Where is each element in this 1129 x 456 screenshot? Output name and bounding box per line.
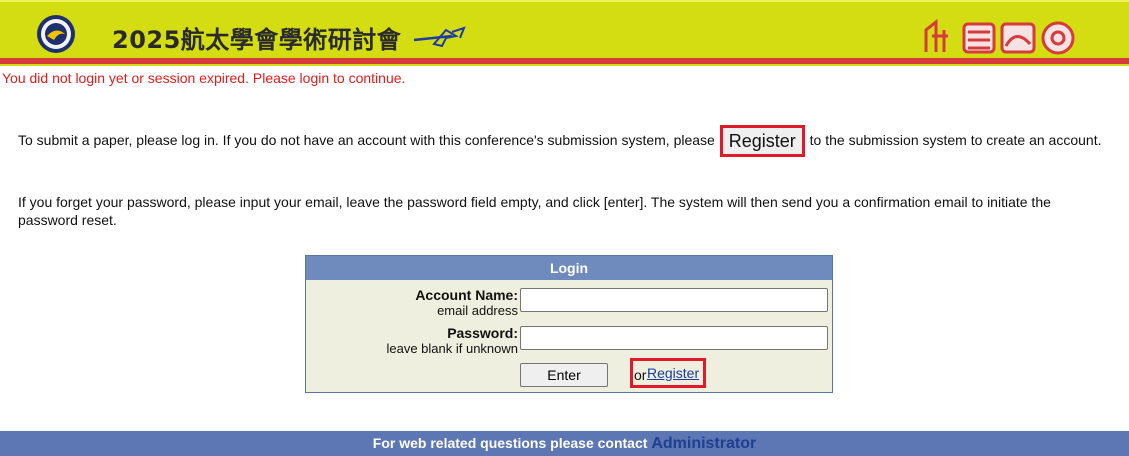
intro-text-after: to the submission system to create an ac… bbox=[809, 132, 1102, 148]
header-banner: 2025航太學會學術研討會 bbox=[0, 0, 1129, 66]
decorative-icons bbox=[924, 18, 1075, 55]
banner-stripe bbox=[0, 58, 1129, 64]
enter-button[interactable]: Enter bbox=[520, 363, 608, 387]
account-label-group: Account Name: email address bbox=[415, 287, 518, 318]
register-button[interactable]: Register bbox=[719, 125, 805, 157]
intro-paragraph: To submit a paper, please log in. If you… bbox=[18, 125, 1118, 157]
society-logo-icon bbox=[37, 15, 75, 53]
password-label-group: Password: leave blank if unknown bbox=[386, 325, 518, 356]
conference-title: 2025航太學會學術研討會 bbox=[112, 26, 402, 54]
session-expired-message: You did not login yet or session expired… bbox=[2, 70, 406, 86]
forgot-password-paragraph: If you forget your password, please inpu… bbox=[18, 194, 1051, 228]
administrator-link[interactable]: Administrator bbox=[651, 435, 756, 452]
banner-top-line bbox=[0, 0, 1129, 2]
footer-text: For web related questions please contact bbox=[372, 435, 648, 451]
password-input[interactable] bbox=[520, 326, 828, 350]
airplane-icon bbox=[413, 26, 466, 48]
login-title: Login bbox=[306, 256, 832, 280]
login-panel: Login Account Name: email address Passwo… bbox=[305, 255, 833, 393]
intro-text-before: To submit a paper, please log in. If you… bbox=[18, 132, 715, 148]
account-name-label: Account Name: bbox=[415, 287, 518, 303]
footer-bar: For web related questions please contact… bbox=[0, 431, 1129, 456]
account-name-hint: email address bbox=[437, 303, 518, 318]
register-link[interactable]: Register bbox=[630, 358, 707, 388]
account-name-input[interactable] bbox=[520, 288, 828, 312]
password-hint: leave blank if unknown bbox=[386, 341, 518, 356]
password-label: Password: bbox=[447, 325, 518, 341]
